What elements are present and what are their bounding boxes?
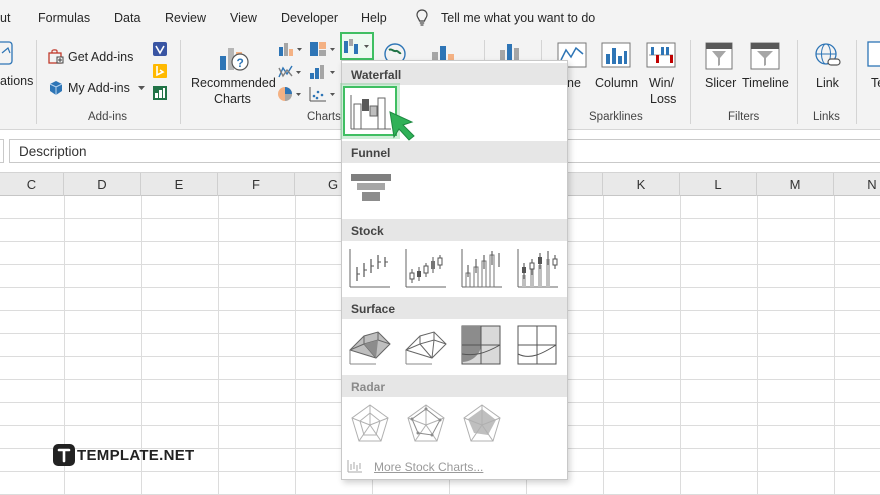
surface-3d-icon[interactable]: [348, 324, 392, 366]
pie-chart-icon[interactable]: [278, 86, 302, 102]
menu-review[interactable]: Review: [165, 11, 206, 25]
waterfall-icon: [350, 95, 391, 130]
column-header-d[interactable]: D: [64, 173, 141, 196]
column-chart-icon[interactable]: [278, 41, 302, 57]
cut-label[interactable]: ations: [0, 74, 33, 88]
radar-icon[interactable]: [348, 403, 392, 445]
my-addins-label: My Add-ins: [68, 81, 130, 95]
menu-data[interactable]: Data: [114, 11, 140, 25]
stock-vohlc-icon[interactable]: [516, 247, 560, 289]
winloss-label-2: Loss: [650, 92, 677, 106]
ribbon-separator: [36, 40, 37, 124]
slicer-icon: [705, 42, 733, 70]
store-icon: [48, 49, 64, 64]
slicer-label: Slicer: [705, 76, 737, 90]
stock-vhlc-icon[interactable]: [460, 247, 504, 289]
surface-wireframe-icon[interactable]: [404, 324, 448, 366]
menu-bar: ut Formulas Data Review View Developer H…: [0, 0, 880, 36]
sparkline-column-label: Column: [595, 76, 639, 90]
filters-group-label: Filters: [728, 111, 760, 123]
column-header-m[interactable]: M: [757, 173, 834, 196]
section-header-stock: Stock: [342, 219, 567, 241]
funnel-chart-icon[interactable]: [349, 171, 393, 205]
section-header-waterfall: Waterfall: [342, 63, 567, 85]
template-watermark-text: TEMPLATE.NET: [77, 447, 195, 464]
cursor-arrow-icon: [389, 111, 415, 141]
column-header-n[interactable]: N: [834, 173, 880, 196]
ribbon-separator: [856, 40, 857, 124]
template-logo-icon: [53, 444, 75, 466]
link-label: Link: [816, 76, 839, 90]
column-header-f[interactable]: F: [218, 173, 295, 196]
column-header-l[interactable]: L: [680, 173, 757, 196]
recommended-charts-label-2: Charts: [214, 92, 251, 106]
ribbon-separator: [797, 40, 798, 124]
addin-cube-icon: [49, 81, 63, 95]
sparklines-group-label: Sparklines: [589, 111, 643, 123]
get-addins-label: Get Add-ins: [68, 50, 134, 64]
recommended-charts-label-1: Recommended: [191, 76, 276, 90]
bing-icon[interactable]: [152, 63, 169, 79]
sparkline-winloss-icon: [646, 42, 676, 68]
line-chart-icon[interactable]: [278, 64, 302, 80]
surface-contour-wireframe-icon[interactable]: [516, 324, 560, 366]
lightbulb-icon: [416, 9, 428, 26]
stock-ohlc-icon[interactable]: [404, 247, 448, 289]
winloss-label-1: Win/: [649, 76, 674, 90]
menu-layout-partial[interactable]: ut: [0, 11, 10, 25]
hierarchy-chart-icon[interactable]: [309, 41, 336, 57]
column-header-k[interactable]: K: [603, 173, 680, 196]
svg-text:?: ?: [237, 56, 244, 70]
radar-markers-icon[interactable]: [404, 403, 448, 445]
sparkline-line-label: ne: [567, 76, 581, 90]
timeline-icon: [750, 42, 780, 70]
menu-developer[interactable]: Developer: [281, 11, 338, 25]
column-header-c[interactable]: C: [0, 173, 64, 196]
section-header-surface: Surface: [342, 297, 567, 319]
menu-formulas[interactable]: Formulas: [38, 11, 90, 25]
stock-hlc-icon[interactable]: [348, 247, 392, 289]
more-stock-charts-link[interactable]: More Stock Charts...: [374, 460, 483, 474]
name-box-edge[interactable]: [0, 139, 4, 163]
timeline-label: Timeline: [742, 76, 789, 90]
formula-value: Description: [19, 144, 87, 159]
recommended-charts-icon: ?: [220, 48, 249, 71]
statistic-chart-icon[interactable]: [309, 64, 336, 80]
section-header-radar: Radar: [342, 375, 567, 397]
menu-help[interactable]: Help: [361, 11, 387, 25]
section-header-funnel: Funnel: [342, 141, 567, 163]
tell-me-search[interactable]: Tell me what you want to do: [441, 11, 595, 25]
surface-contour-icon[interactable]: [460, 324, 504, 366]
radar-filled-icon[interactable]: [460, 403, 504, 445]
more-charts-icon: [347, 460, 362, 473]
column-header-e[interactable]: E: [141, 173, 218, 196]
addins-group-label: Add-ins: [88, 111, 127, 123]
waterfall-chart-button[interactable]: [340, 32, 374, 60]
ribbon-separator: [180, 40, 181, 124]
scatter-chart-icon[interactable]: [309, 86, 336, 102]
text-label-partial[interactable]: Te: [871, 76, 880, 90]
textbox-icon[interactable]: [866, 40, 880, 68]
link-icon: [815, 43, 841, 66]
partial-icon: [0, 41, 13, 65]
chevron-down-icon: [138, 86, 145, 90]
charts-group-label: Charts: [307, 111, 341, 123]
people-graph-icon[interactable]: [152, 85, 169, 101]
waterfall-chart-icon: [344, 39, 369, 54]
menu-view[interactable]: View: [230, 11, 257, 25]
sparkline-column-icon: [601, 42, 631, 68]
visio-icon[interactable]: [152, 41, 169, 57]
links-group-label: Links: [813, 111, 840, 123]
ribbon-separator: [690, 40, 691, 124]
